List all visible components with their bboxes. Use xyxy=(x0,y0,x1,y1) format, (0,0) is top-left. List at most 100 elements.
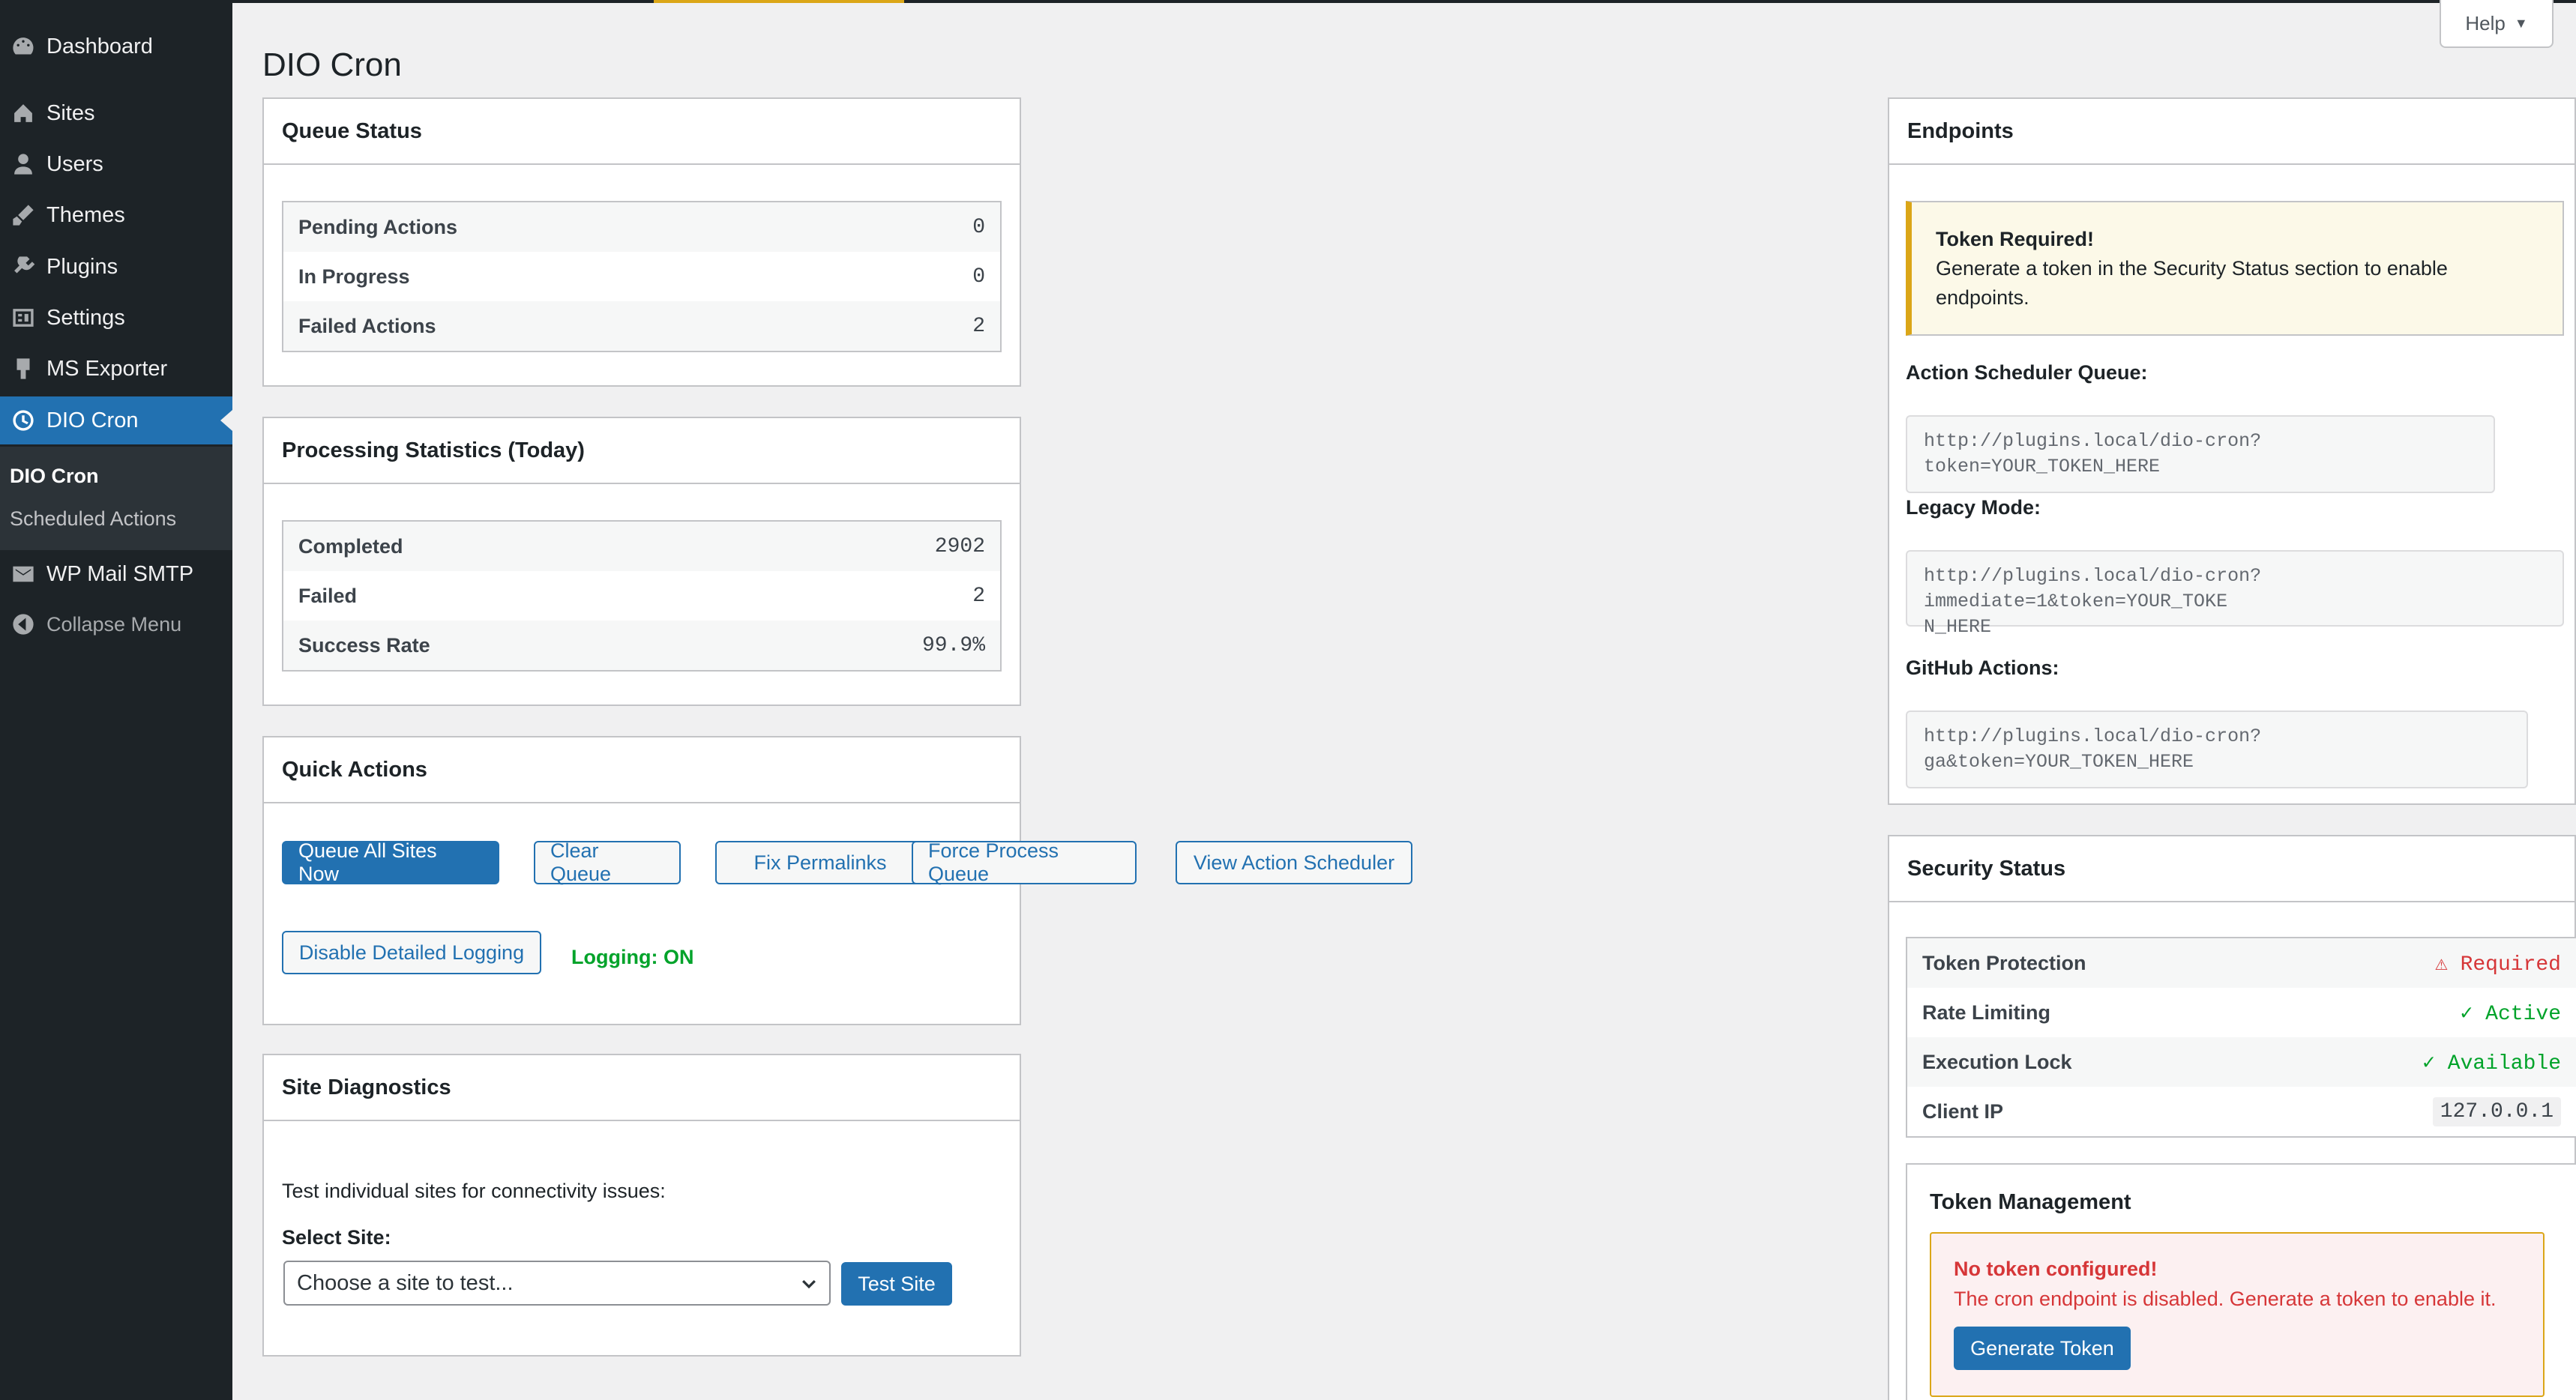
menu-item-wp-mail-smtp[interactable]: WP Mail SMTP xyxy=(0,550,232,598)
row-value: 2 xyxy=(972,314,985,338)
table-row: Token Protection ⚠ Required xyxy=(1907,938,2576,988)
row-label: Rate Limiting xyxy=(1922,1001,2051,1024)
row-label: In Progress xyxy=(298,265,410,288)
collapse-menu[interactable]: Collapse Menu xyxy=(0,600,232,648)
error-text: The cron endpoint is disabled. Generate … xyxy=(1954,1288,2497,1310)
table-row: Client IP 127.0.0.1 xyxy=(1907,1087,2576,1136)
test-site-button[interactable]: Test Site xyxy=(841,1262,952,1306)
help-label: Help xyxy=(2465,11,2506,34)
menu-label: Plugins xyxy=(46,254,118,279)
menu-item-themes[interactable]: Themes xyxy=(0,191,232,239)
url-line: N_HERE xyxy=(1924,616,1992,638)
row-label: Pending Actions xyxy=(298,215,458,238)
action-scheduler-label: Action Scheduler Queue: xyxy=(1906,361,2148,384)
status-active: ✓ Active xyxy=(2460,1002,2561,1026)
queue-status-panel: Queue Status Pending Actions 0 In Progres… xyxy=(262,97,1021,387)
plugins-icon xyxy=(0,254,46,280)
exporter-icon xyxy=(0,356,46,381)
row-label: Completed xyxy=(298,534,403,558)
help-tab[interactable]: Help ▼ xyxy=(2440,0,2554,48)
clear-queue-button[interactable]: Clear Queue xyxy=(534,839,681,885)
mail-icon xyxy=(0,561,46,587)
caret-down-icon: ▼ xyxy=(2514,15,2528,31)
menu-item-dashboard[interactable]: Dashboard xyxy=(0,22,232,70)
table-row: Failed Actions 2 xyxy=(283,301,1000,351)
table-row: Completed 2902 xyxy=(283,522,1000,571)
fix-permalinks-button[interactable]: Fix Permalinks xyxy=(715,841,925,884)
clock-icon xyxy=(0,408,46,433)
select-value: Choose a site to test... xyxy=(297,1270,514,1295)
menu-item-users[interactable]: Users xyxy=(0,140,232,188)
top-accent-bar xyxy=(654,0,904,3)
table-row: In Progress 0 xyxy=(283,252,1000,301)
row-value: 0 xyxy=(972,215,985,239)
status-available: ✓ Available xyxy=(2422,1051,2561,1075)
menu-label: Sites xyxy=(46,100,95,125)
disable-detailed-logging-button[interactable]: Disable Detailed Logging xyxy=(282,931,541,974)
menu-label: Users xyxy=(46,151,103,176)
select-site-label: Select Site: xyxy=(282,1226,391,1249)
queue-all-sites-button[interactable]: Queue All Sites Now xyxy=(282,839,499,885)
submenu-dio-cron[interactable]: DIO Cron xyxy=(10,465,99,488)
row-value: 0 xyxy=(972,265,985,289)
menu-label: DIO Cron xyxy=(46,408,139,432)
view-action-scheduler-button[interactable]: View Action Scheduler xyxy=(1176,841,1412,884)
token-required-notice: Token Required! Generate a token in the … xyxy=(1906,201,2564,336)
row-label: Failed Actions xyxy=(298,314,436,337)
notice-text: Generate a token in the Security Status … xyxy=(1936,257,2448,309)
menu-label: Settings xyxy=(46,305,125,330)
table-row: Execution Lock ✓ Available xyxy=(1907,1037,2576,1087)
menu-item-ms-exporter[interactable]: MS Exporter xyxy=(0,345,232,393)
menu-item-settings[interactable]: Settings xyxy=(0,294,232,342)
logging-status: Logging: ON xyxy=(571,946,694,968)
page-title: DIO Cron xyxy=(262,46,402,83)
panel-title: Security Status xyxy=(1889,836,2575,902)
row-label: Success Rate xyxy=(298,633,430,657)
status-required: ⚠ Required xyxy=(2434,953,2561,977)
site-select[interactable]: Choose a site to test... xyxy=(283,1261,831,1306)
processing-statistics-table: Completed 2902 Failed 2 Success Rate 99.9% xyxy=(282,520,1002,672)
row-label: Client IP xyxy=(1922,1099,2004,1123)
themes-icon xyxy=(0,202,46,228)
client-ip-value: 127.0.0.1 xyxy=(2432,1096,2561,1126)
collapse-label: Collapse Menu xyxy=(46,612,182,636)
users-icon xyxy=(0,151,46,177)
row-label: Failed xyxy=(298,584,358,607)
security-status-table: Token Protection ⚠ Required Rate Limiting… xyxy=(1906,937,2576,1138)
settings-icon xyxy=(0,305,46,331)
url-line: http://plugins.local/dio-cron?immediate=… xyxy=(1924,565,2262,612)
legacy-mode-url[interactable]: http://plugins.local/dio-cron?immediate=… xyxy=(1906,550,2564,638)
queue-status-table: Pending Actions 0 In Progress 0 Failed Act… xyxy=(282,201,1002,352)
dio-cron-submenu: DIO Cron Scheduled Actions xyxy=(0,447,232,550)
table-row: Failed 2 xyxy=(283,571,1000,621)
admin-top-bar xyxy=(232,0,2576,3)
row-value: 2 xyxy=(972,584,985,608)
menu-item-plugins[interactable]: Plugins xyxy=(0,243,232,291)
menu-item-dio-cron[interactable]: DIO Cron xyxy=(0,396,232,444)
sites-icon xyxy=(0,100,46,126)
diagnostics-description: Test individual sites for connectivity i… xyxy=(282,1180,666,1202)
security-status-panel: Security Status Token Protection ⚠ Requir… xyxy=(1888,835,2576,1400)
token-management-title: Token Management xyxy=(1930,1190,2131,1214)
force-process-queue-button[interactable]: Force Process Queue xyxy=(912,839,1137,885)
menu-item-sites[interactable]: Sites xyxy=(0,89,232,137)
generate-token-button[interactable]: Generate Token xyxy=(1954,1327,2131,1370)
admin-sidebar: Dashboard Sites Users Themes Plugins Set… xyxy=(0,0,232,1400)
panel-title: Site Diagnostics xyxy=(264,1055,1020,1121)
quick-actions-panel: Quick Actions Queue All Sites Now Clear … xyxy=(262,736,1412,1025)
github-actions-url[interactable]: http://plugins.local/dio-cron?ga&token=Y… xyxy=(1906,710,2528,788)
menu-label: MS Exporter xyxy=(46,356,168,381)
endpoints-panel: Endpoints Token Required! Generate a tok… xyxy=(1888,97,2576,805)
processing-statistics-panel: Processing Statistics (Today) Completed 2… xyxy=(262,417,1021,706)
panel-title: Quick Actions xyxy=(264,737,1020,803)
legacy-mode-label: Legacy Mode: xyxy=(1906,496,2041,519)
site-diagnostics-panel: Site Diagnostics Test individual sites f… xyxy=(262,1054,1021,1357)
action-scheduler-url[interactable]: http://plugins.local/dio-cron?token=YOUR… xyxy=(1906,415,2495,493)
table-row: Success Rate 99.9% xyxy=(283,621,1000,670)
submenu-scheduled-actions[interactable]: Scheduled Actions xyxy=(10,507,176,531)
error-title: No token configured! xyxy=(1954,1258,2158,1280)
table-row: Rate Limiting ✓ Active xyxy=(1907,988,2576,1037)
dashboard-icon xyxy=(0,34,46,59)
chevron-down-icon xyxy=(802,1279,816,1289)
table-row: Pending Actions 0 xyxy=(283,202,1000,252)
